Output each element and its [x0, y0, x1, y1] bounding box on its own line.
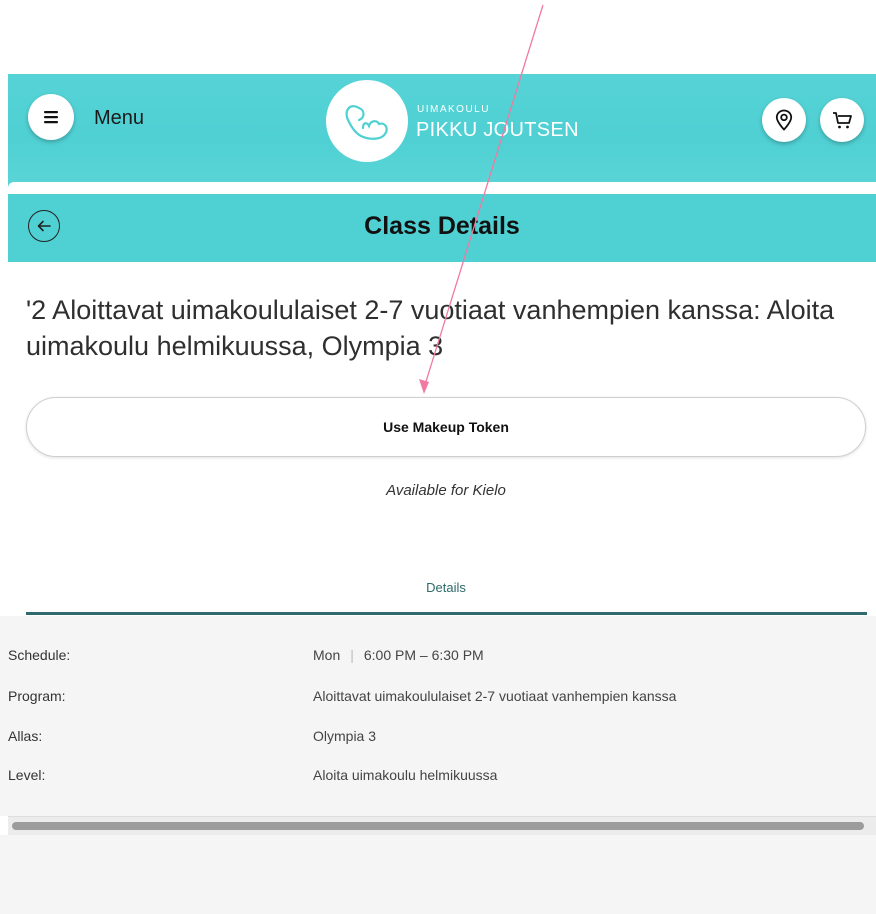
detail-label: Schedule: [8, 647, 71, 663]
site-header: Menu UIMAKOULU PIKKU JOUTSEN [8, 74, 876, 188]
menu-icon [44, 111, 58, 124]
detail-value-program: Aloittavat uimakoululaiset 2-7 vuotiaat … [313, 688, 677, 704]
tab-details-underline [26, 612, 867, 615]
swan-logo-icon [345, 105, 388, 140]
detail-value-allas: Olympia 3 [313, 728, 377, 744]
detail-label: Program: [8, 688, 66, 704]
detail-label: Level: [8, 767, 46, 783]
schedule-day: Mon [313, 647, 341, 663]
title-bar: Class Details [8, 194, 876, 262]
detail-row-level: Level: Aloita uimakoulu helmikuussa [0, 767, 876, 787]
scrollbar-thumb[interactable] [12, 822, 864, 830]
logo-title: PIKKU JOUTSEN [416, 119, 579, 141]
location-button[interactable] [762, 98, 806, 142]
schedule-time: 6:00 PM – 6:30 PM [363, 647, 484, 663]
lower-panel [0, 835, 876, 914]
header-divider [8, 182, 876, 188]
swan-logo[interactable] [326, 80, 408, 162]
menu-label[interactable]: Menu [94, 107, 144, 130]
use-makeup-token-button[interactable]: Use Makeup Token [26, 397, 866, 457]
detail-value-level: Aloita uimakoulu helmikuussa [313, 767, 498, 783]
detail-value-schedule: Mon | 6:00 PM – 6:30 PM [313, 647, 484, 663]
page-title: Class Details [364, 212, 520, 240]
availability-note: Available for Kielo [386, 482, 506, 499]
logo-subtitle: UIMAKOULU [417, 104, 490, 115]
menu-button[interactable] [28, 94, 74, 140]
tab-details[interactable]: Details [26, 580, 866, 595]
horizontal-scrollbar[interactable] [8, 816, 876, 835]
detail-row-allas: Allas: Olympia 3 [0, 728, 876, 748]
detail-row-program: Program: Aloittavat uimakoululaiset 2-7 … [0, 688, 876, 708]
cart-icon [833, 112, 852, 129]
schedule-separator: | [350, 647, 354, 663]
cart-button[interactable] [820, 98, 864, 142]
location-pin-icon [775, 109, 793, 131]
detail-row-schedule: Schedule: Mon | 6:00 PM – 6:30 PM [0, 647, 876, 667]
details-panel: Schedule: Mon | 6:00 PM – 6:30 PM Program:… [0, 616, 876, 816]
detail-label: Allas: [8, 728, 43, 744]
class-title: '2 Aloittavat uimakoululaiset 2-7 vuotia… [26, 295, 835, 361]
